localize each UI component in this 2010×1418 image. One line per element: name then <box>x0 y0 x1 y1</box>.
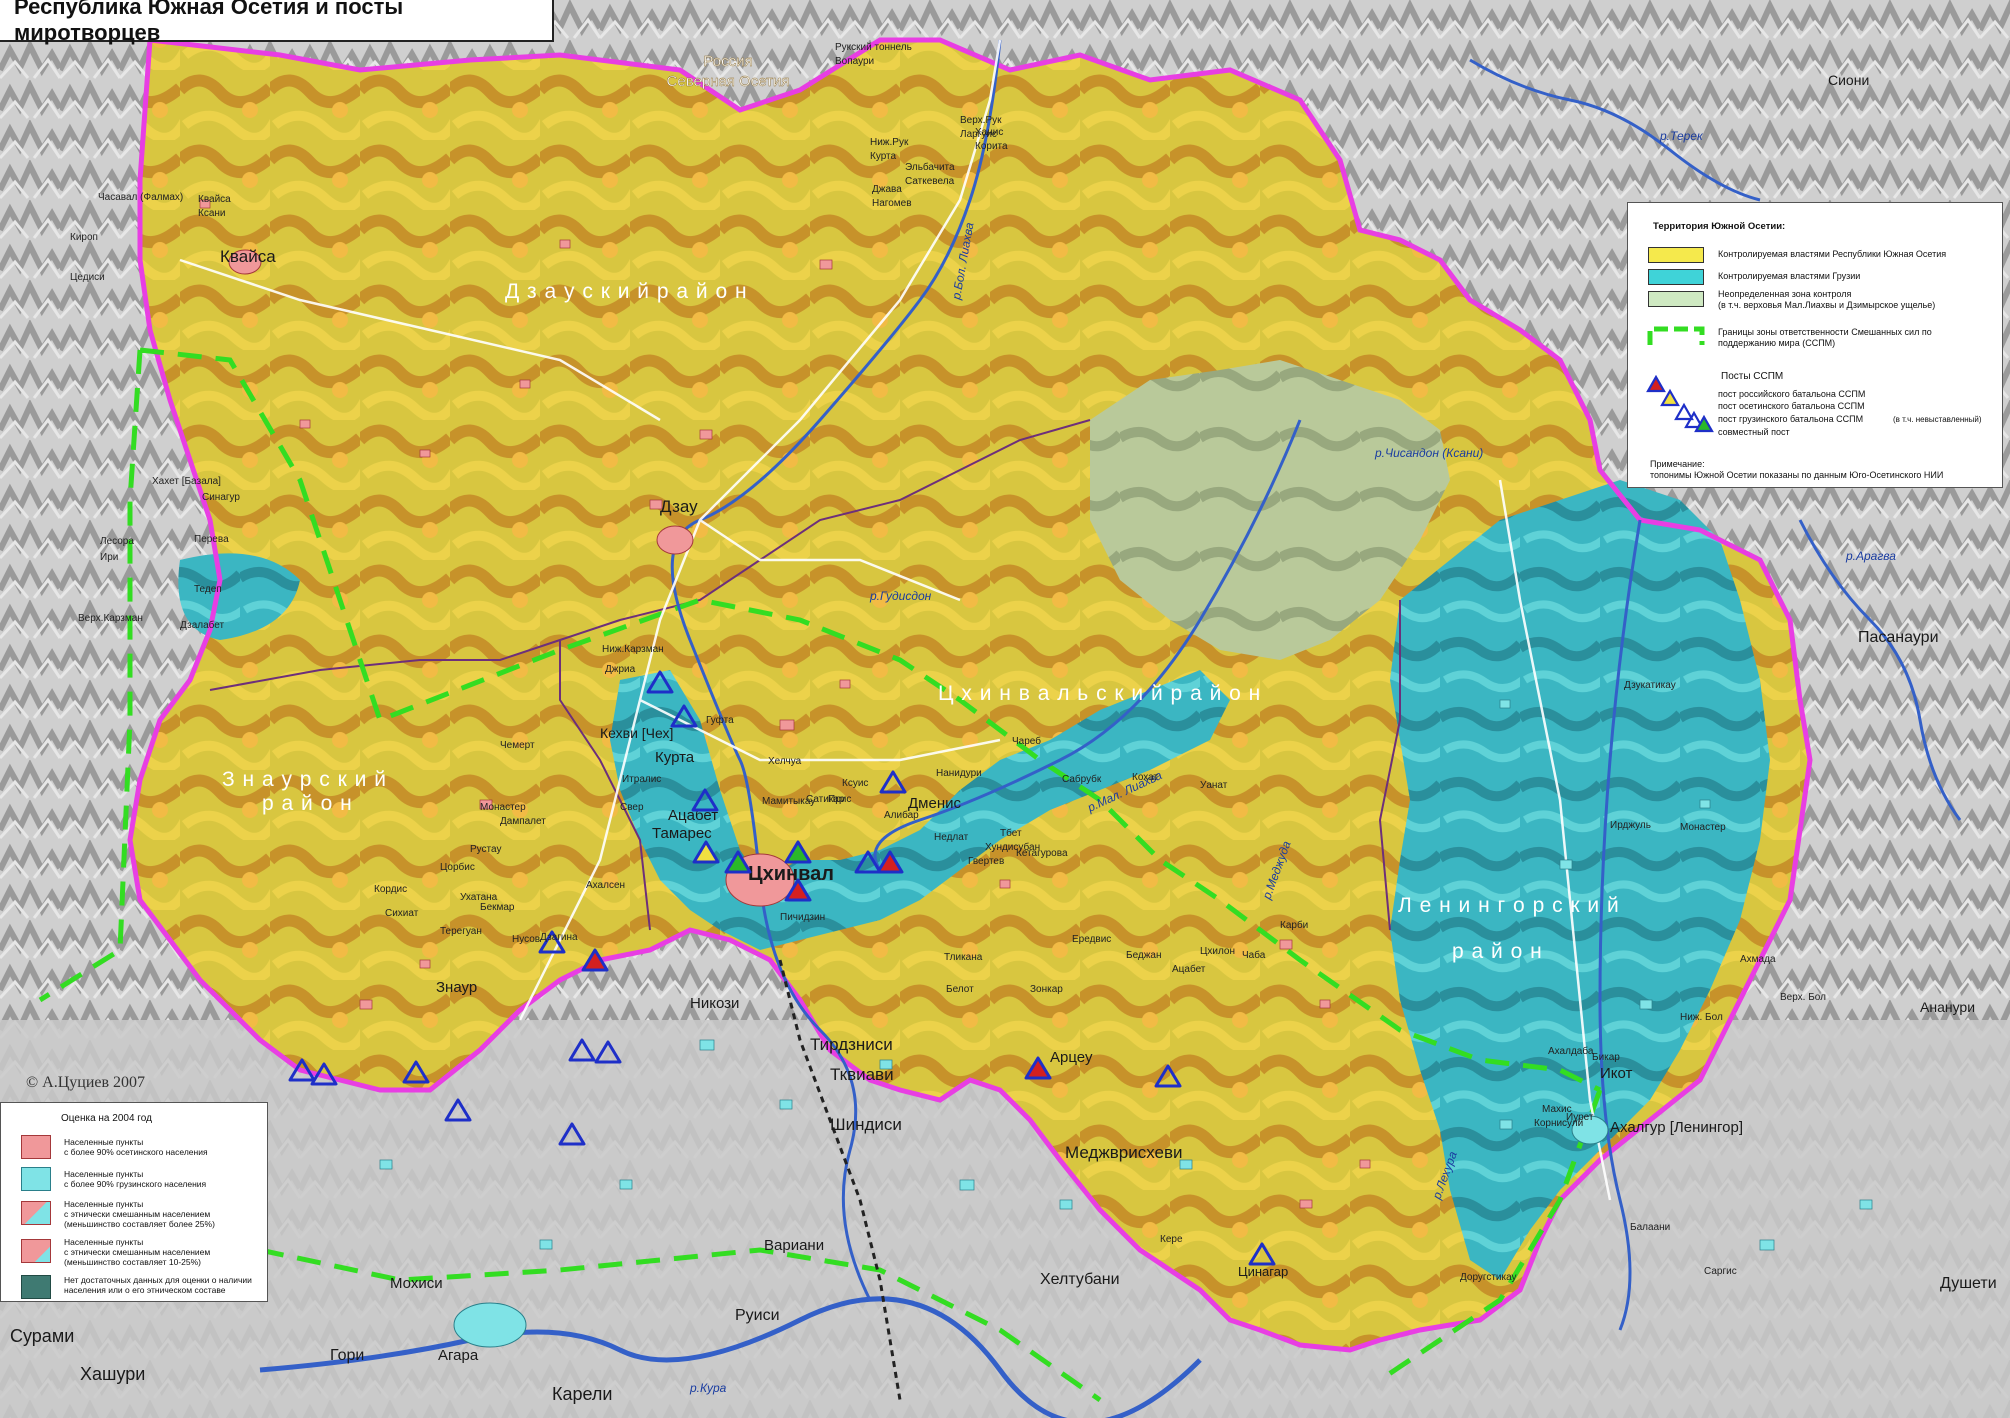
place-surami: Сурами <box>10 1326 74 1346</box>
place-variani: Вариани <box>764 1237 824 1254</box>
label-znaur-district-1: З н а у р с к и й <box>222 768 387 791</box>
legend-remark-title: Примечание: <box>1650 459 1705 469</box>
place-khashuri: Хашури <box>80 1364 145 1384</box>
place-tkviavi: Тквиави <box>830 1065 894 1084</box>
place-tskhinvali: Цхинвал <box>748 863 834 885</box>
place-kurta: Курта <box>655 749 695 766</box>
legend-post-ossetian: пост осетинского батальона ССПМ <box>1718 401 1865 411</box>
estimate-label-mixed10-2: с этнически смешанным населением <box>64 1247 211 1257</box>
legend-jpkf-icon <box>1647 326 1705 345</box>
legend-label-georgian: Контролируемая властями Грузии <box>1718 271 1861 281</box>
place-shindisi: Шиндиси <box>830 1115 902 1134</box>
label-russia: Россия <box>703 53 752 70</box>
legend-label-ossetian: Контролируемая властями Республики Южная… <box>1718 249 1947 259</box>
place-mokhisi: Мохиси <box>390 1275 443 1292</box>
town-gori <box>453 1302 527 1348</box>
estimate-heading: Оценка на 2004 год <box>61 1113 152 1124</box>
legend-note-undetermined: (в т.ч. верховья Мал.Лиахвы и Дзимырское… <box>1718 300 1936 310</box>
estimate-icon-mixed25 <box>21 1201 51 1225</box>
estimate-label-mixed10-1: Населенные пункты <box>64 1237 144 1247</box>
place-agara: Агара <box>438 1347 479 1364</box>
estimate-icon-ossetian <box>21 1135 51 1159</box>
place-dusheti: Душети <box>1940 1275 1997 1292</box>
place-ikot: Икот <box>1600 1065 1633 1082</box>
river-kura-label: р.Кура <box>689 1381 727 1395</box>
place-gori: Гори <box>330 1347 364 1364</box>
place-tirdznisi: Тирдзниси <box>810 1035 893 1054</box>
estimate-legend: Оценка на 2004 год Населенные пункты с б… <box>0 1102 268 1302</box>
legend-label-jpkf: Границы зоны ответственности Смешанных с… <box>1718 327 1932 337</box>
legend-swatch-ossetian <box>1648 247 1704 263</box>
estimate-icon-nodata <box>21 1275 51 1299</box>
place-nikozi: Никози <box>690 995 739 1012</box>
river-gudisdon-label: р.Гудисдон <box>869 589 932 603</box>
estimate-icon-georgian <box>21 1167 51 1191</box>
town-akhalgori <box>1571 1115 1609 1145</box>
place-medzhvriskhevi: Меджврисхеви <box>1065 1143 1183 1162</box>
map-title: Республика Южная Осетия и посты миротвор… <box>0 0 554 45</box>
label-dzau-district: Д з а у с к и й р а й о н <box>505 280 748 303</box>
place-akhalgur: Ахалгур [Ленингор] <box>1610 1119 1743 1136</box>
place-arceu: Арцеу <box>1050 1049 1093 1066</box>
legend-post-joint: совместный пост <box>1718 427 1790 437</box>
place-tamares: Тамарес <box>652 825 712 842</box>
legend-swatch-undetermined <box>1648 291 1704 307</box>
label-leningor-district-1: Л е н и н г о р с к и й <box>1398 894 1620 917</box>
legend-swatch-georgian <box>1648 269 1704 285</box>
place-kekhvi: Кехви [Чех] <box>600 725 673 741</box>
river-aragva-label: р.Арагва <box>1845 549 1896 563</box>
label-znaur-district-2: р а й о н <box>262 792 353 815</box>
legend-panel: Территория Южной Осетии: Контролируемая … <box>1627 202 2003 488</box>
place-pasanauri: Пасанаури <box>1858 629 1939 646</box>
estimate-label-mixed25-3: (меньшинство составляет более 25%) <box>64 1219 215 1229</box>
legend-heading: Территория Южной Осетии: <box>1653 221 1786 232</box>
estimate-label-georgian-1: Населенные пункты <box>64 1169 144 1179</box>
legend-post-georgian-note: (в т.ч. невыставленный) <box>1893 415 1982 424</box>
river-ksani-label: р.Чисандон (Ксани) <box>1374 446 1483 460</box>
legend-label-undetermined: Неопределенная зона контроля <box>1718 289 1852 299</box>
place-dzau: Дзау <box>660 497 698 516</box>
estimate-label-mixed10-3: (меньшинство составляет 10-25%) <box>64 1257 201 1267</box>
legend-posts-icons <box>1646 375 1714 433</box>
place-kheltubani: Хелтубани <box>1040 1271 1120 1288</box>
estimate-label-ossetian-2: с более 90% осетинского населения <box>64 1147 208 1157</box>
legend-post-georgian: пост грузинского батальона ССПМ <box>1718 414 1864 424</box>
place-ruisi: Руиси <box>735 1307 780 1324</box>
estimate-label-mixed25-2: с этнически смешанным населением <box>64 1209 211 1219</box>
place-znaur: Знаур <box>436 979 477 996</box>
place-kvaisa: Квайса <box>220 247 276 266</box>
legend-posts-heading: Посты ССПМ <box>1721 371 1784 382</box>
place-kareli: Карели <box>552 1384 612 1404</box>
estimate-icon-mixed10 <box>21 1239 51 1263</box>
author-credit: © А.Цуциев 2007 <box>26 1074 146 1091</box>
estimate-label-ossetian-1: Населенные пункты <box>64 1137 144 1147</box>
town-dzau <box>656 525 694 555</box>
place-tsinagar: Цинагар <box>1238 1264 1288 1279</box>
label-leningor-district-2: р а й о н <box>1452 940 1543 963</box>
estimate-label-nodata-1: Нет достаточных данных для оценки о нали… <box>64 1275 252 1285</box>
river-terek-label: р.Терек <box>1659 129 1704 143</box>
legend-note-jpkf: поддержанию мира (ССПМ) <box>1718 338 1836 348</box>
place-ananuri: Ананури <box>1920 999 1975 1015</box>
estimate-label-mixed25-1: Населенные пункты <box>64 1199 144 1209</box>
legend-post-russian: пост российского батальона ССПМ <box>1718 389 1866 399</box>
estimate-label-nodata-2: населения или о его этническом составе <box>64 1285 226 1295</box>
place-sioni: Сиони <box>1828 72 1869 88</box>
label-tskhinvali-district: Ц х и н в а л ь с к и й р а й о н <box>938 682 1261 705</box>
label-north-ossetia: Северная Осетия <box>667 73 790 90</box>
legend-remark: топонимы Южной Осетии показаны по данным… <box>1650 470 1944 480</box>
estimate-label-georgian-2: с более 90% грузинского населения <box>64 1179 207 1189</box>
place-dmenis: Дменис <box>908 795 961 812</box>
